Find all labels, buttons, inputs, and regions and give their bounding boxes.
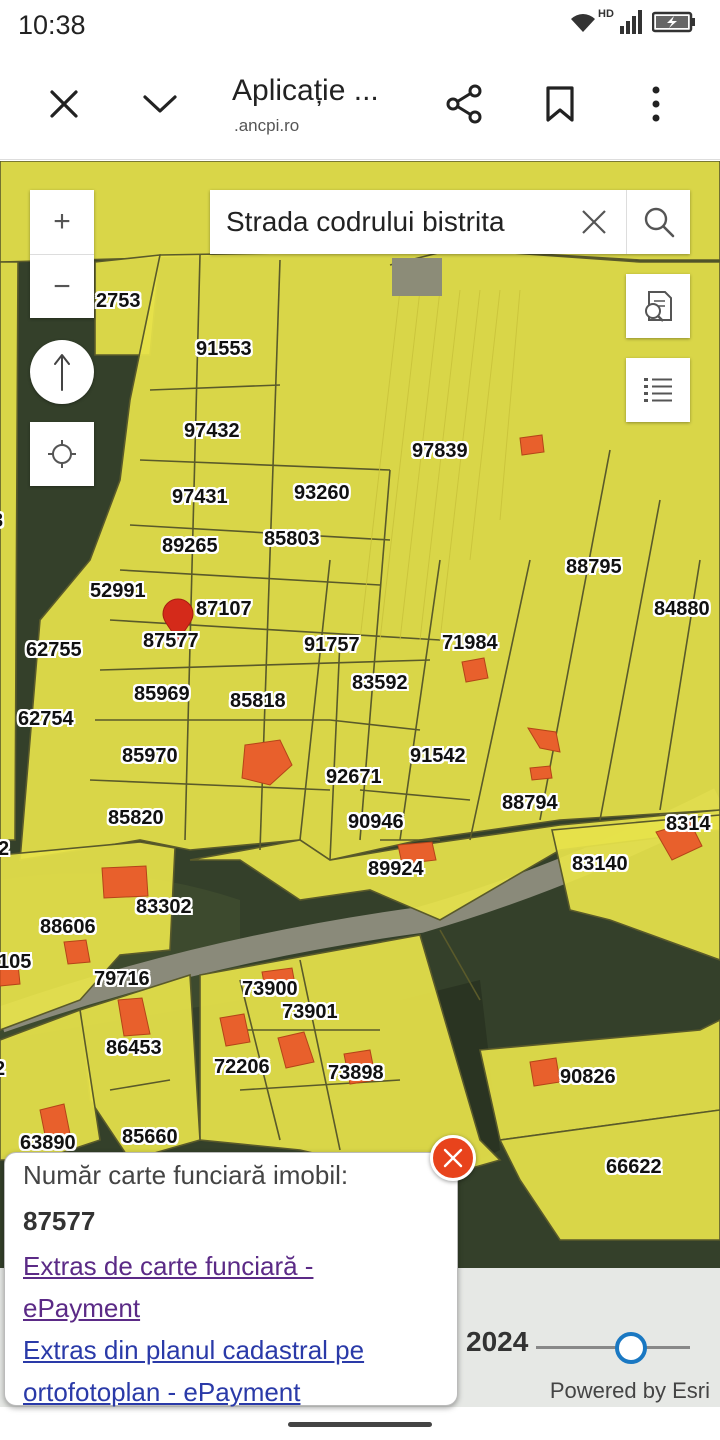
parcel-label: 62755 [26,639,82,661]
parcel-label: 73898 [328,1062,384,1084]
parcel-label: 83140 [572,853,628,875]
parcel-label: 93260 [294,482,350,504]
parcel-label: 97432 [184,420,240,442]
legend-button[interactable] [626,358,690,422]
page-title: Aplicație ... [232,74,379,107]
parcel-label: 85969 [134,683,190,705]
parcel-label: 88606 [40,916,96,938]
zoom-in-button[interactable]: + [30,190,94,254]
map-attribution[interactable]: Powered by Esri [550,1378,710,1404]
parcel-label: 83592 [352,672,408,694]
search-clear-button[interactable] [562,190,626,254]
link-line: ePayment [23,1292,141,1323]
parcel-label: 2 [0,838,10,860]
zoom-in-icon: + [53,205,71,238]
parcel-label: 73900 [242,978,298,1000]
timeline-slider-track[interactable] [536,1346,690,1349]
parcel-label: 92671 [326,766,382,788]
bookmark-button[interactable] [534,78,586,130]
parcel-label: 85818 [230,690,286,712]
parcel-label: 2753 [96,290,141,312]
parcel-label: 89924 [368,858,424,880]
cellular-signal-icon [620,10,642,39]
network-type-label: HD [598,7,614,20]
compass-north-icon [54,354,70,391]
close-icon [443,1148,463,1168]
close-icon [50,90,78,118]
close-tab-button[interactable] [38,78,90,130]
search-input[interactable] [210,190,580,254]
parcel-label: 87577 [143,630,199,652]
zoom-out-button[interactable]: − [30,255,94,319]
parcel-label: 84880 [654,598,710,620]
locate-button[interactable] [30,422,94,486]
parcel-label: 97839 [412,440,468,462]
parcel-label: 105 [0,951,32,973]
parcel-label: 88794 [502,792,558,814]
link-line: ortofotoplan - ePayment [23,1376,301,1407]
parcel-label: 88795 [566,556,622,578]
more-options-button[interactable] [630,78,682,130]
parcel-info-popup: Număr carte funciară imobil: 87577 Extra… [4,1152,458,1407]
bookmark-icon [546,86,574,122]
link-line: Extras din planul cadastral pe [23,1334,365,1365]
parcel-label: 2 [0,1059,5,1079]
zoom-out-icon: − [53,270,71,303]
parcel-label: 73901 [282,1001,338,1023]
wifi-icon: HD [570,8,614,38]
compass-button[interactable] [30,340,94,404]
locate-icon [48,440,76,468]
gesture-nav-handle[interactable] [288,1422,432,1427]
minimize-button[interactable] [134,78,186,130]
parcel-label: 52991 [90,580,146,602]
parcel-label: 86453 [106,1037,162,1059]
status-time: 10:38 [18,10,86,40]
battery-charging-icon [651,11,696,38]
parcel-label: 91553 [196,338,252,360]
popup-heading: Număr carte funciară imobil: [23,1160,349,1190]
parcel-label: 85820 [108,807,164,829]
parcel-label: 90826 [560,1066,616,1088]
parcel-label: 63890 [20,1132,76,1154]
more-vertical-icon [652,86,660,122]
close-icon [582,210,606,234]
parcel-label: 3 [0,511,3,531]
parcel-label: 83302 [136,896,192,918]
parcel-label: 62754 [18,708,74,730]
parcel-label: 66622 [606,1156,662,1178]
parcel-label: 91757 [304,634,360,656]
share-button[interactable] [438,78,490,130]
page-url: .ancpi.ro [234,116,300,135]
extras-carte-funciara-link[interactable]: Extras de carte funciară - ePayment [23,1245,439,1329]
search-icon [644,207,674,238]
browser-toolbar: Aplicație ... .ancpi.ro [0,50,720,160]
popup-parcel-number: 87577 [23,1205,96,1236]
chevron-down-icon [143,95,177,113]
parcel-label: 91542 [410,745,466,767]
parcel-label: 72206 [214,1056,270,1078]
search-button[interactable] [627,190,690,254]
status-bar: 10:38 HD [0,0,720,50]
parcel-label: 85970 [122,745,178,767]
popup-close-button[interactable] [430,1135,476,1181]
parcel-label: 85660 [122,1126,178,1148]
legend-list-icon [644,378,672,402]
status-icons: HD [570,8,696,39]
identify-button[interactable] [626,274,690,338]
parcel-label: 85803 [264,528,320,550]
parcel-label: 8314 [666,813,711,835]
timeline-year: 2024 [466,1326,529,1357]
parcel-label: 89265 [162,535,218,557]
share-icon [446,84,482,124]
link-line: Extras de carte funciară - [23,1250,314,1281]
identify-search-icon [645,291,672,322]
parcel-label: 87107 [196,598,252,620]
parcel-label: 90946 [348,811,404,833]
zoom-control: + − [30,190,94,318]
extras-plan-cadastral-link[interactable]: Extras din planul cadastral pe ortofotop… [23,1329,439,1413]
parcel-label: 71984 [442,632,498,654]
parcel-label: 79716 [94,968,150,990]
parcel-label: 97431 [172,486,228,508]
